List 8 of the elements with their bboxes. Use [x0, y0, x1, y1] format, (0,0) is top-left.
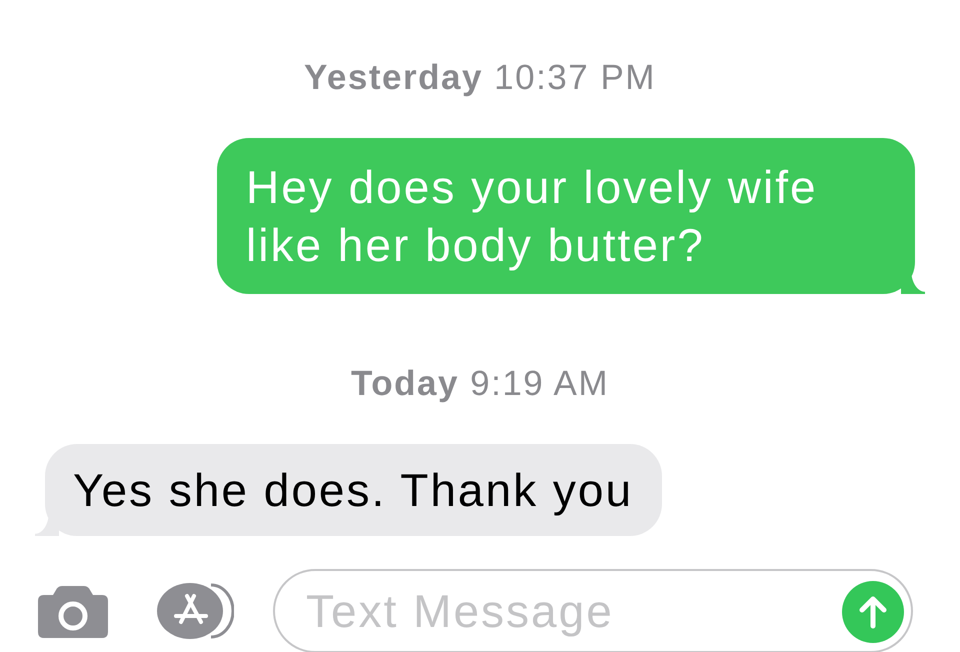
camera-icon[interactable] [38, 584, 108, 638]
apps-icon[interactable] [155, 582, 234, 640]
timestamp: Today 9:19 AM [350, 364, 610, 404]
up-arrow-icon [858, 596, 888, 628]
sent-message-bubble: Hey does your lovely wife like her body butter? [217, 138, 925, 294]
received-message-bubble: Yes she does. Thank you [35, 444, 662, 536]
message-field[interactable]: Text Message [273, 569, 913, 652]
timestamp: Yesterday 10:37 PM [304, 58, 656, 98]
